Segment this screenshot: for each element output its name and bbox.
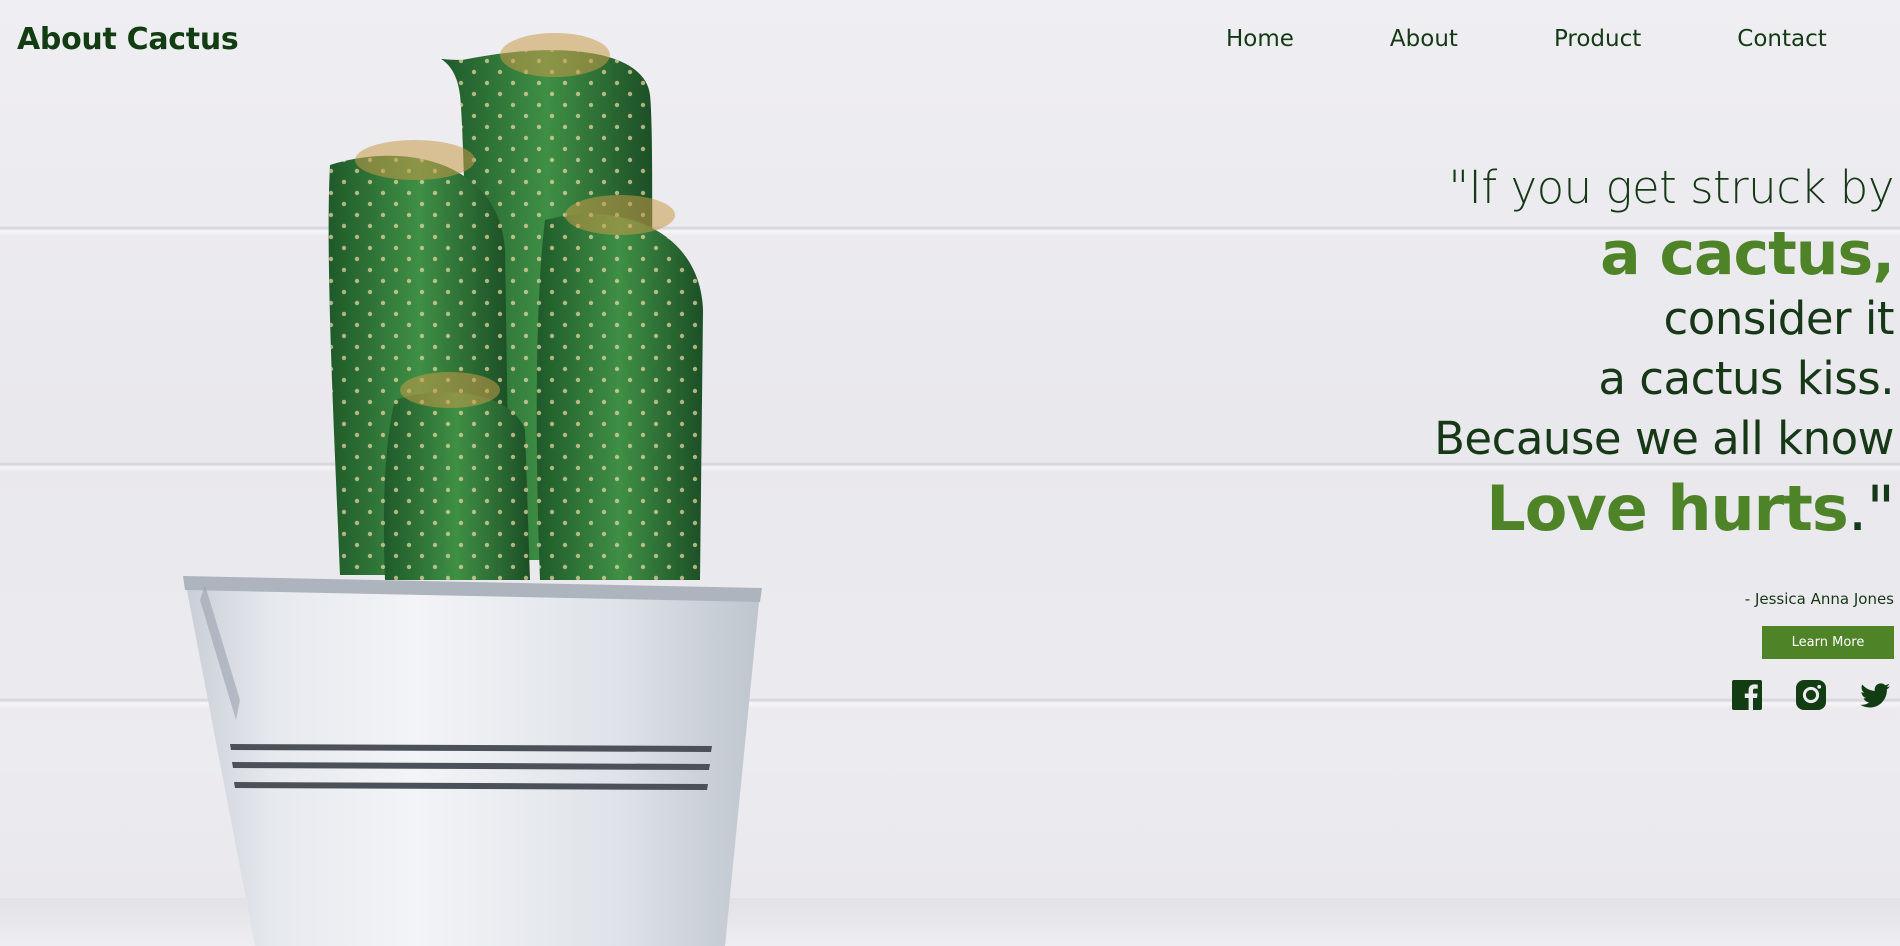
quote-author: - Jessica Anna Jones [1744,590,1894,608]
quote-line-3: consider it [1663,292,1895,345]
nav-contact[interactable]: Contact [1737,26,1826,52]
quote-line-1: "If you get struck by [1448,161,1894,214]
hero-quote: "If you get struck by a cactus, consider… [1254,158,1895,550]
quote-line-4: a cactus kiss. [1598,352,1894,405]
nav-product[interactable]: Product [1554,26,1641,52]
facebook-icon[interactable] [1730,678,1764,712]
learn-more-button[interactable]: Learn More [1762,626,1894,659]
quote-line-5: Because we all know [1434,412,1894,465]
quote-line-2: a cactus, [1600,219,1895,289]
quote-end: ." [1847,472,1895,545]
main-nav: Home About Product Contact [1226,26,1827,52]
quote-line-6: Love hurts." [1254,468,1895,550]
nav-home[interactable]: Home [1226,26,1294,52]
twitter-icon[interactable] [1858,678,1892,712]
nav-about[interactable]: About [1390,26,1458,52]
quote-highlight: Love hurts [1486,472,1849,545]
social-links [1730,678,1892,712]
cactus-pot-illustration [183,33,762,946]
site-logo[interactable]: About Cactus [17,22,239,57]
instagram-icon[interactable] [1794,678,1828,712]
